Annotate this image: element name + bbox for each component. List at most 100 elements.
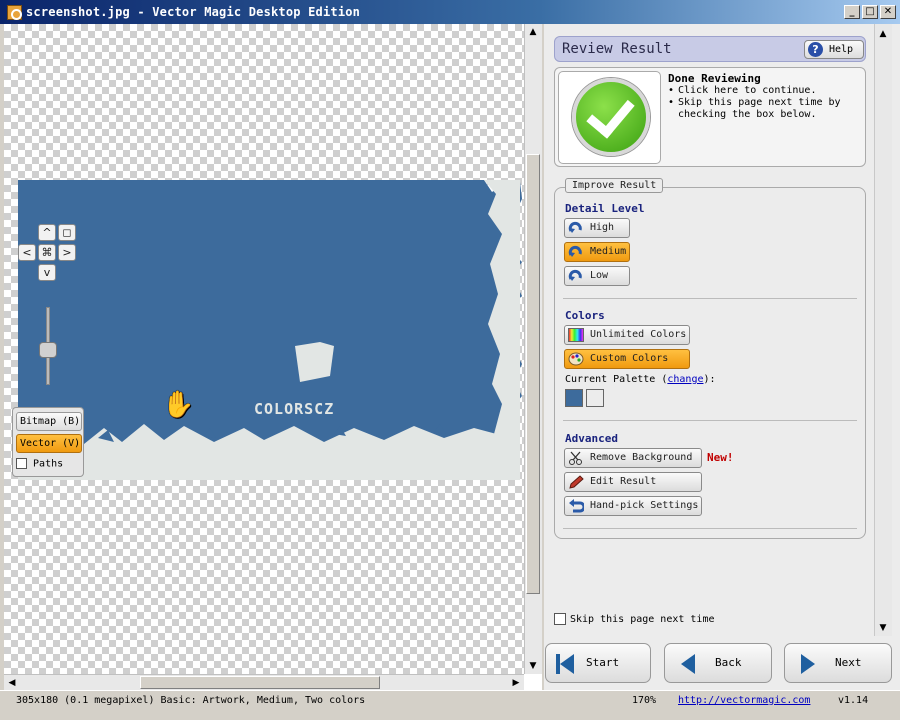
preview-pane: COLORSCZ ^ ◻ < ⌘ > v ✋ Bitmap (B) Vector… bbox=[4, 24, 542, 690]
vertical-scroll-thumb[interactable] bbox=[526, 154, 540, 594]
custom-colors-label: Custom Colors bbox=[590, 353, 669, 364]
panel-scroll-down-icon[interactable]: ▼ bbox=[875, 620, 891, 636]
checkmark-icon bbox=[572, 78, 650, 156]
edit-result-button[interactable]: Edit Result bbox=[564, 472, 702, 492]
done-item: Skip this page next time by checking the… bbox=[668, 97, 858, 121]
page-title: Review Result bbox=[562, 41, 672, 57]
detail-low-label: Low bbox=[590, 270, 609, 281]
paths-toggle[interactable]: Paths bbox=[16, 458, 63, 470]
skip-page-toggle[interactable]: Skip this page next time bbox=[554, 613, 715, 625]
detail-level-heading: Detail Level bbox=[565, 202, 645, 215]
done-item: Click here to continue. bbox=[668, 85, 858, 97]
current-palette-label: Current Palette ( bbox=[565, 374, 668, 385]
custom-colors-button[interactable]: Custom Colors bbox=[564, 349, 690, 369]
done-reviewing-box[interactable]: Done Reviewing Click here to continue. S… bbox=[554, 67, 866, 167]
next-button[interactable]: Next bbox=[784, 643, 892, 683]
review-header: Review Result ? Help bbox=[554, 36, 866, 62]
detail-low-button[interactable]: Low bbox=[564, 266, 630, 286]
scissors-icon bbox=[569, 451, 582, 465]
new-badge: New! bbox=[707, 451, 734, 464]
edit-result-label: Edit Result bbox=[590, 476, 657, 487]
handpick-settings-label: Hand-pick Settings bbox=[590, 500, 699, 511]
start-arrow-icon bbox=[560, 654, 574, 674]
unlimited-colors-label: Unlimited Colors bbox=[590, 329, 687, 340]
pan-right-button[interactable]: > bbox=[58, 244, 76, 261]
next-arrow-icon bbox=[801, 654, 815, 674]
improve-result-group: Improve Result Detail Level High Medium … bbox=[554, 178, 866, 539]
zoom-level: 170% bbox=[632, 695, 657, 706]
refresh-icon bbox=[568, 269, 582, 281]
help-label: Help bbox=[829, 44, 854, 55]
remove-background-button[interactable]: Remove Background bbox=[564, 448, 702, 468]
scroll-down-icon[interactable]: ▼ bbox=[525, 658, 541, 674]
panel-scroll-up-icon[interactable]: ▲ bbox=[875, 26, 891, 42]
view-mode-panel: Bitmap (B) Vector (V) Paths bbox=[12, 407, 84, 477]
help-button[interactable]: ? Help bbox=[804, 40, 864, 59]
skip-page-label: Skip this page next time bbox=[570, 614, 715, 625]
maximize-button[interactable]: □ bbox=[862, 5, 878, 19]
vector-mode-button[interactable]: Vector (V) bbox=[16, 434, 82, 453]
panel-scrollbar[interactable]: ▲ ▼ bbox=[874, 24, 892, 636]
improve-result-legend: Improve Result bbox=[565, 178, 664, 193]
scroll-up-icon[interactable]: ▲ bbox=[525, 24, 541, 40]
help-icon: ? bbox=[808, 42, 823, 57]
undo-arrow-icon bbox=[569, 499, 584, 513]
palette-swatch-blue[interactable] bbox=[565, 389, 583, 407]
version-label: v1.14 bbox=[838, 695, 869, 706]
zoom-fit-button[interactable]: ◻ bbox=[58, 224, 76, 241]
pan-down-button[interactable]: v bbox=[38, 264, 56, 281]
app-icon bbox=[7, 5, 22, 20]
zoom-slider-thumb[interactable] bbox=[39, 342, 57, 358]
scroll-left-icon[interactable]: ◀ bbox=[4, 675, 20, 691]
close-button[interactable]: ✕ bbox=[880, 5, 896, 19]
horizontal-scroll-thumb[interactable] bbox=[140, 676, 380, 689]
detail-medium-label: Medium bbox=[590, 246, 627, 257]
back-arrow-icon bbox=[681, 654, 695, 674]
vector-preview-image: COLORSCZ bbox=[18, 180, 522, 480]
start-page-button[interactable]: Start Page bbox=[545, 643, 651, 707]
bitmap-mode-button[interactable]: Bitmap (B) bbox=[16, 412, 82, 431]
done-instructions: Click here to continue. Skip this page n… bbox=[668, 85, 858, 121]
title-bar: screenshot.jpg - Vector Magic Desktop Ed… bbox=[0, 0, 900, 24]
wizard-navigation: Start Page Back Next bbox=[544, 638, 900, 707]
divider bbox=[563, 420, 857, 421]
horizontal-scrollbar[interactable]: ◀ ▶ bbox=[4, 674, 524, 690]
unlimited-colors-button[interactable]: Unlimited Colors bbox=[564, 325, 690, 345]
paths-checkbox[interactable] bbox=[16, 458, 27, 469]
colors-heading: Colors bbox=[565, 309, 605, 322]
advanced-heading: Advanced bbox=[565, 432, 618, 445]
detail-medium-button[interactable]: Medium bbox=[564, 242, 630, 262]
image-info: 305x180 (0.1 megapixel) Basic: Artwork, … bbox=[16, 695, 366, 706]
pencil-icon bbox=[569, 475, 584, 489]
done-title: Done Reviewing bbox=[668, 72, 761, 85]
pan-left-button[interactable]: < bbox=[18, 244, 36, 261]
pan-up-button[interactable]: ^ bbox=[38, 224, 56, 241]
scroll-right-icon[interactable]: ▶ bbox=[508, 675, 524, 691]
divider bbox=[563, 528, 857, 529]
palette-icon bbox=[568, 352, 584, 366]
refresh-icon bbox=[568, 245, 582, 257]
rainbow-icon bbox=[568, 328, 584, 342]
zoom-center-button[interactable]: ⌘ bbox=[38, 244, 56, 261]
website-link[interactable]: http://vectormagic.com bbox=[678, 695, 810, 706]
done-image[interactable] bbox=[558, 71, 661, 164]
detail-high-button[interactable]: High bbox=[564, 218, 630, 238]
window-title: screenshot.jpg - Vector Magic Desktop Ed… bbox=[26, 5, 361, 19]
minimize-button[interactable]: _ bbox=[844, 5, 860, 19]
back-label: Back bbox=[715, 656, 742, 669]
skip-page-checkbox[interactable] bbox=[554, 613, 566, 625]
image-text: COLORSCZ bbox=[254, 400, 334, 418]
palette-swatch-light[interactable] bbox=[586, 389, 604, 407]
refresh-icon bbox=[568, 221, 582, 233]
divider bbox=[563, 298, 857, 299]
hand-cursor-icon: ✋ bbox=[162, 390, 195, 420]
handpick-settings-button[interactable]: Hand-pick Settings bbox=[564, 496, 702, 516]
next-label: Next bbox=[835, 656, 862, 669]
preview-canvas[interactable]: COLORSCZ ^ ◻ < ⌘ > v ✋ Bitmap (B) Vector… bbox=[4, 24, 524, 674]
remove-background-label: Remove Background bbox=[590, 452, 693, 463]
current-palette-row: Current Palette (change): bbox=[565, 374, 716, 385]
back-button[interactable]: Back bbox=[664, 643, 772, 683]
current-palette-end: ): bbox=[703, 374, 716, 385]
change-palette-link[interactable]: change bbox=[667, 374, 703, 385]
vertical-scrollbar[interactable]: ▲ ▼ bbox=[524, 24, 542, 674]
